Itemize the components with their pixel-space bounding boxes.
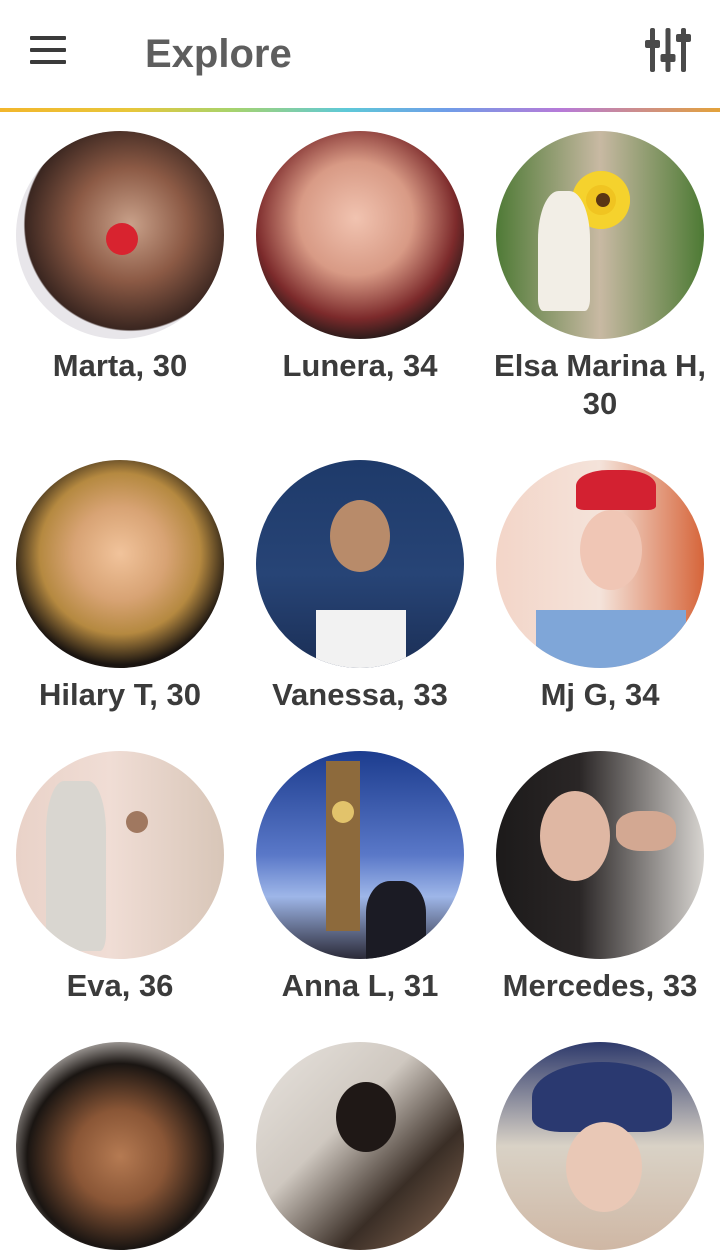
menu-button[interactable] [24, 26, 90, 82]
profile-photo [496, 751, 704, 959]
profile-card[interactable]: Marta, 30 [0, 131, 240, 385]
profile-card[interactable]: Hilary T, 30 [0, 460, 240, 714]
profile-photo [16, 460, 224, 668]
profile-name: Elsa Marina H, 30 [494, 348, 706, 421]
profile-card[interactable] [480, 1042, 720, 1258]
profile-card[interactable] [240, 1042, 480, 1258]
profile-name: Anna L, 31 [281, 968, 439, 1003]
profile-photo [256, 460, 464, 668]
profile-card[interactable]: Eva, 36 [0, 751, 240, 1005]
profile-name: Vanessa, 33 [272, 677, 448, 712]
header-divider [0, 108, 720, 112]
profile-card[interactable]: Mercedes, 33 [480, 751, 720, 1005]
profile-photo [496, 1042, 704, 1250]
profile-name: Lunera, 34 [282, 348, 438, 383]
profile-card[interactable]: Elsa Marina H, 30 [480, 131, 720, 423]
app-bar: Explore [0, 0, 720, 108]
profile-card[interactable]: Mj G, 34 [480, 460, 720, 714]
profile-card[interactable] [0, 1042, 240, 1258]
page-title: Explore [145, 32, 292, 76]
profile-card[interactable]: Vanessa, 33 [240, 460, 480, 714]
profile-photo [16, 1042, 224, 1250]
profile-card[interactable]: Anna L, 31 [240, 751, 480, 1005]
profile-name: Mj G, 34 [540, 677, 660, 712]
sliders-icon [645, 28, 691, 72]
profile-photo [16, 751, 224, 959]
profile-name: Hilary T, 30 [39, 677, 201, 712]
profile-photo [256, 131, 464, 339]
profile-photo [496, 460, 704, 668]
hamburger-menu-icon [30, 36, 66, 64]
profile-photo [496, 131, 704, 339]
profile-name: Mercedes, 33 [502, 968, 698, 1003]
profile-name: Marta, 30 [52, 348, 188, 383]
profile-photo [256, 751, 464, 959]
profile-name: Eva, 36 [66, 968, 174, 1003]
profile-photo [16, 131, 224, 339]
profile-photo [256, 1042, 464, 1250]
profile-card[interactable]: Lunera, 34 [240, 131, 480, 385]
filter-button[interactable] [644, 24, 700, 84]
